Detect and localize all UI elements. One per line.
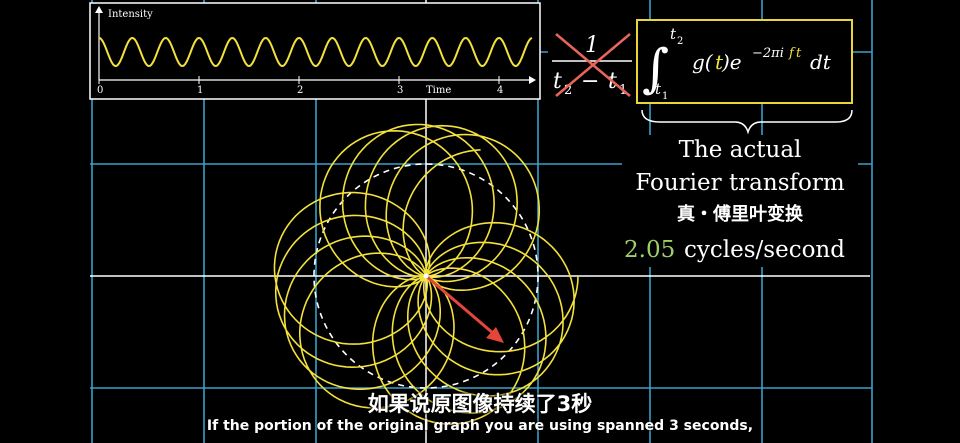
dt: dt bbox=[810, 50, 832, 74]
fraction-numerator: 1 bbox=[585, 33, 599, 58]
upper-limit-sub: 2 bbox=[677, 36, 683, 47]
intensity-axis-label: Intensity bbox=[108, 9, 153, 20]
subtitle-chinese: 如果说原图像持续了3秒 bbox=[367, 392, 593, 416]
tick-3: 3 bbox=[397, 85, 403, 96]
tick-4: 4 bbox=[497, 85, 503, 96]
integral-formula-box: ∫ t 2 t 1 g( t )e −2πi f t dt bbox=[636, 19, 853, 104]
tick-2: 2 bbox=[297, 85, 303, 96]
close-e: )e bbox=[721, 50, 742, 74]
animation-canvas: Intensity Time 0 1 2 3 4 1 t 2 − t 1 ∫ t… bbox=[89, 0, 873, 443]
exponent-t: t bbox=[796, 46, 802, 61]
lower-limit-sub: 1 bbox=[662, 91, 668, 102]
video-frame: Intensity Time 0 1 2 3 4 1 t 2 − t 1 ∫ t… bbox=[0, 0, 960, 443]
time-axis-label: Time bbox=[426, 85, 451, 96]
frequency-unit: cycles/second bbox=[684, 237, 845, 263]
caption-line-1: The actual bbox=[679, 137, 802, 163]
exponent: −2πi bbox=[752, 46, 784, 61]
lower-limit: t bbox=[655, 80, 662, 98]
signal-graph-panel: Intensity Time 0 1 2 3 4 bbox=[89, 2, 541, 100]
subtitle-english: If the portion of the original graph you… bbox=[206, 418, 754, 434]
upper-limit: t bbox=[670, 25, 677, 43]
g-of: g( bbox=[692, 50, 714, 74]
tick-0: 0 bbox=[97, 85, 103, 96]
tick-1: 1 bbox=[197, 85, 203, 96]
t2-symbol: t bbox=[553, 69, 562, 94]
crossed-fraction: 1 t 2 − t 1 bbox=[548, 22, 636, 102]
caption-line-2: Fourier transform bbox=[635, 170, 845, 196]
frequency-value: 2.05 bbox=[624, 237, 675, 263]
caption-chinese: 真・傅里叶变换 bbox=[677, 203, 804, 225]
under-brace bbox=[641, 109, 853, 135]
